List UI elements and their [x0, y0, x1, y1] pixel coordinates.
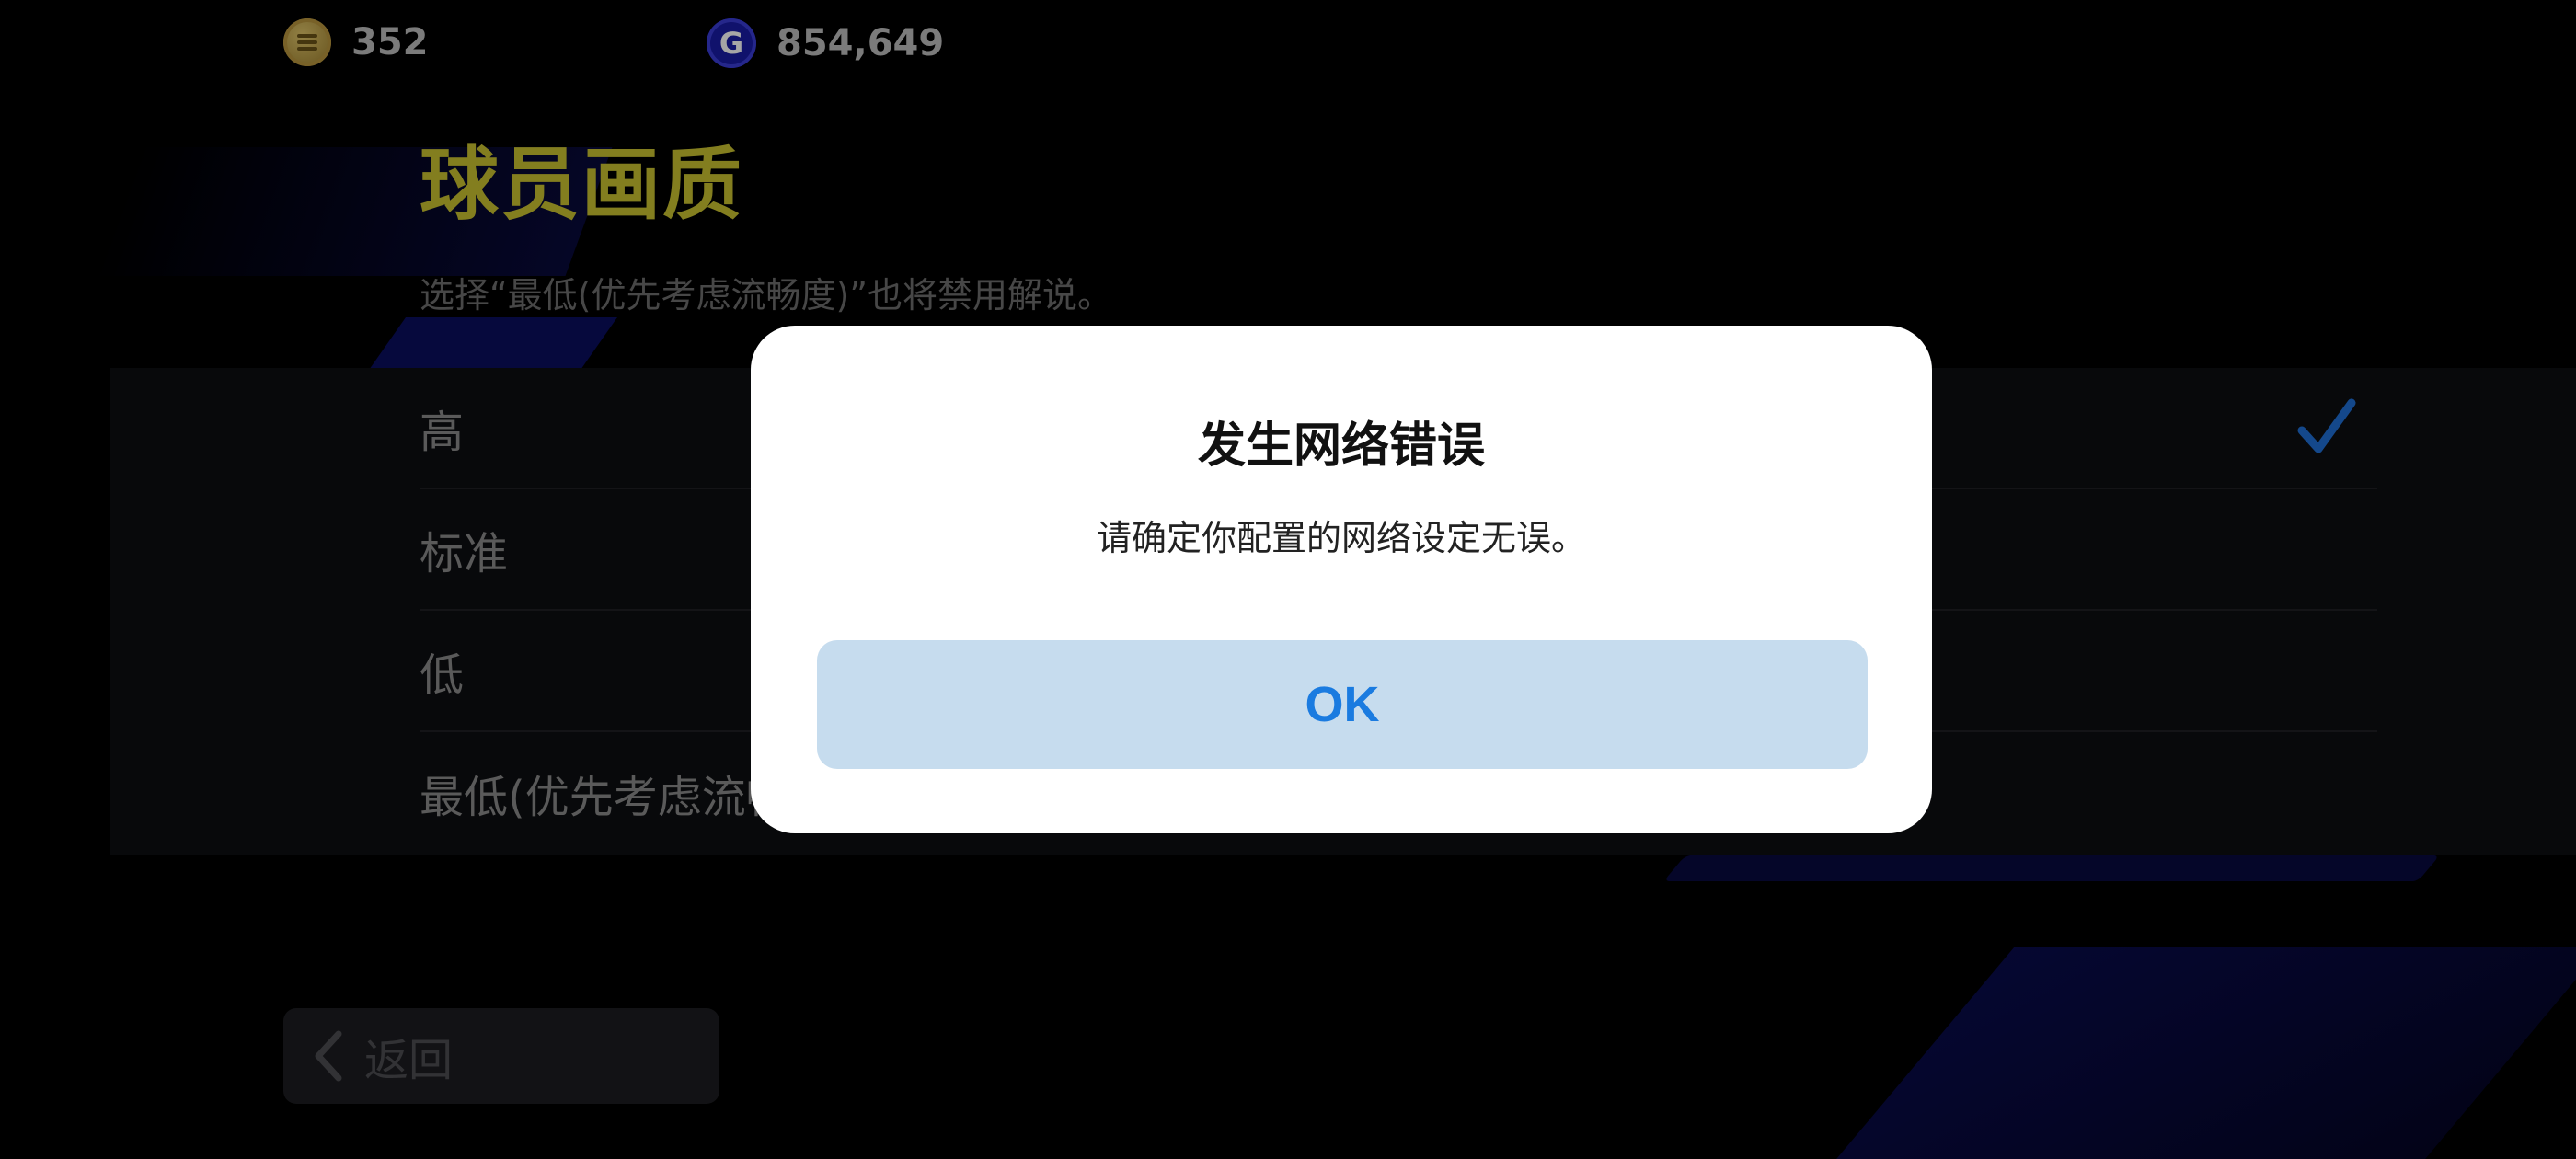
settings-screen: 352 G 854,649 球员画质 选择“最低(优先考虑流畅度)”也将禁用解说…: [0, 0, 2576, 1159]
ok-button[interactable]: OK: [817, 640, 1868, 769]
dialog-title: 发生网络错误: [1197, 419, 1485, 474]
dialog-message: 请确定你配置的网络设定无误。: [1096, 518, 1586, 558]
network-error-dialog: 发生网络错误 请确定你配置的网络设定无误。 OK: [751, 326, 1932, 833]
